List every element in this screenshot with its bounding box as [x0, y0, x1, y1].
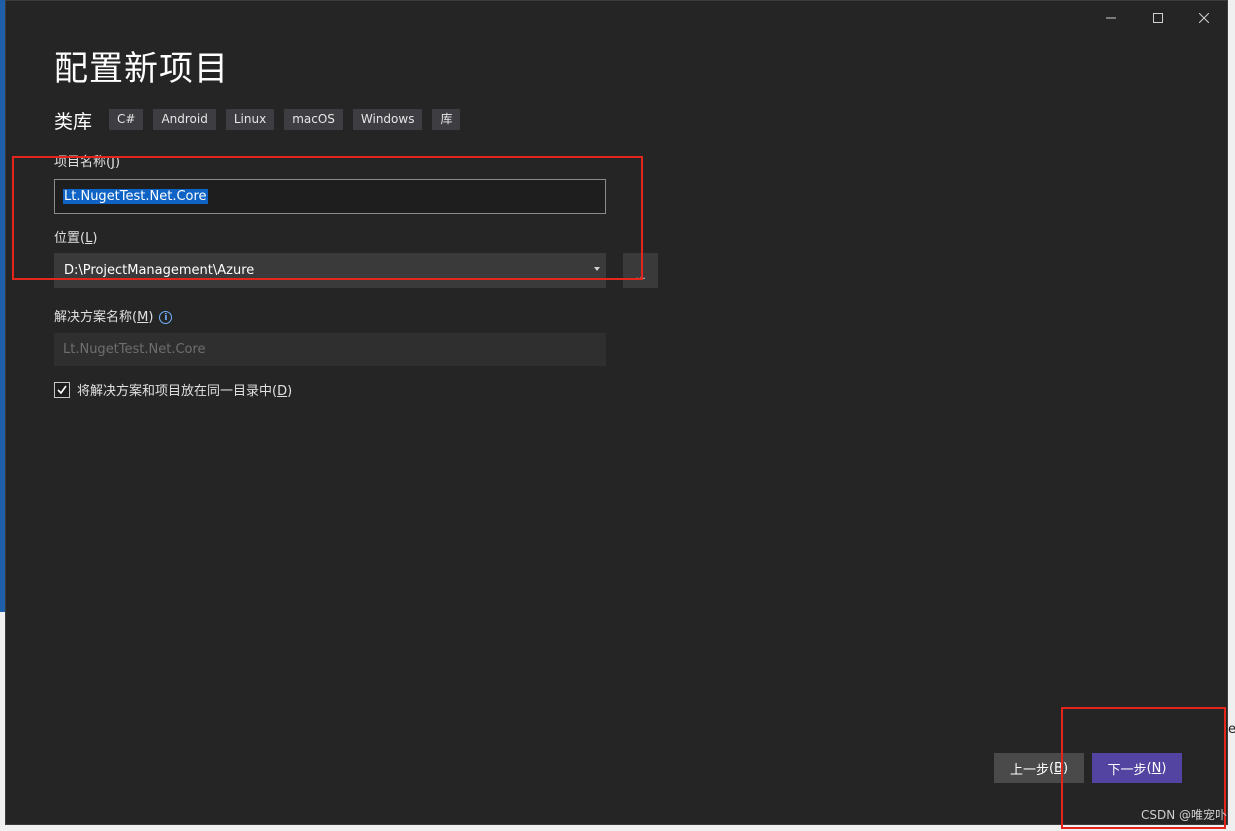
minimize-icon [1106, 17, 1116, 19]
watermark: CSDN @唯宠卟 [1141, 808, 1228, 822]
tag-android: Android [153, 109, 216, 130]
checkmark-icon [57, 385, 67, 394]
dropdown-arrow-icon [594, 267, 600, 271]
location-combobox[interactable]: D:\ProjectManagement\Azure [54, 253, 606, 288]
solution-name-input[interactable]: Lt.NugetTest.Net.Core [54, 333, 606, 366]
location-label: 位置(L) [54, 231, 98, 246]
location-value: D:\ProjectManagement\Azure [64, 263, 255, 278]
tag-windows: Windows [352, 109, 423, 130]
maximize-icon [1153, 13, 1163, 23]
same-directory-label: 将解决方案和项目放在同一目录中(D) [77, 384, 293, 399]
info-icon[interactable]: i [159, 311, 173, 324]
tag-linux: Linux [225, 109, 275, 130]
solution-name-value: Lt.NugetTest.Net.Core [63, 342, 206, 357]
project-name-input[interactable]: Lt.NugetTest.Net.Core [54, 179, 606, 214]
back-button[interactable]: 上一步(B) [994, 753, 1084, 783]
tag-macos: macOS [284, 109, 343, 130]
same-directory-checkbox[interactable] [54, 381, 70, 398]
tag-library: 库 [432, 109, 461, 130]
close-icon [1199, 13, 1209, 23]
solution-name-label: 解决方案名称(M) i [54, 306, 173, 325]
next-button[interactable]: 下一步(N) [1092, 753, 1182, 783]
template-name: 类库 [54, 111, 93, 133]
close-button[interactable] [1191, 7, 1217, 29]
browse-button[interactable]: ... [623, 253, 658, 288]
page-title: 配置新项目 [54, 49, 229, 89]
tag-csharp: C# [109, 109, 144, 130]
project-name-value: Lt.NugetTest.Net.Core [63, 189, 208, 204]
maximize-button[interactable] [1145, 7, 1171, 29]
template-tags: C# Android Linux macOS Windows 库 [109, 109, 461, 130]
minimize-button[interactable] [1098, 7, 1124, 29]
project-name-label: 项目名称(J) [54, 155, 121, 170]
desktop-edge-text: e [1228, 722, 1235, 737]
same-directory-option[interactable]: 将解决方案和项目放在同一目录中(D) [54, 380, 292, 399]
configure-project-window: 配置新项目 类库 C# Android Linux macOS Windows … [5, 0, 1228, 825]
